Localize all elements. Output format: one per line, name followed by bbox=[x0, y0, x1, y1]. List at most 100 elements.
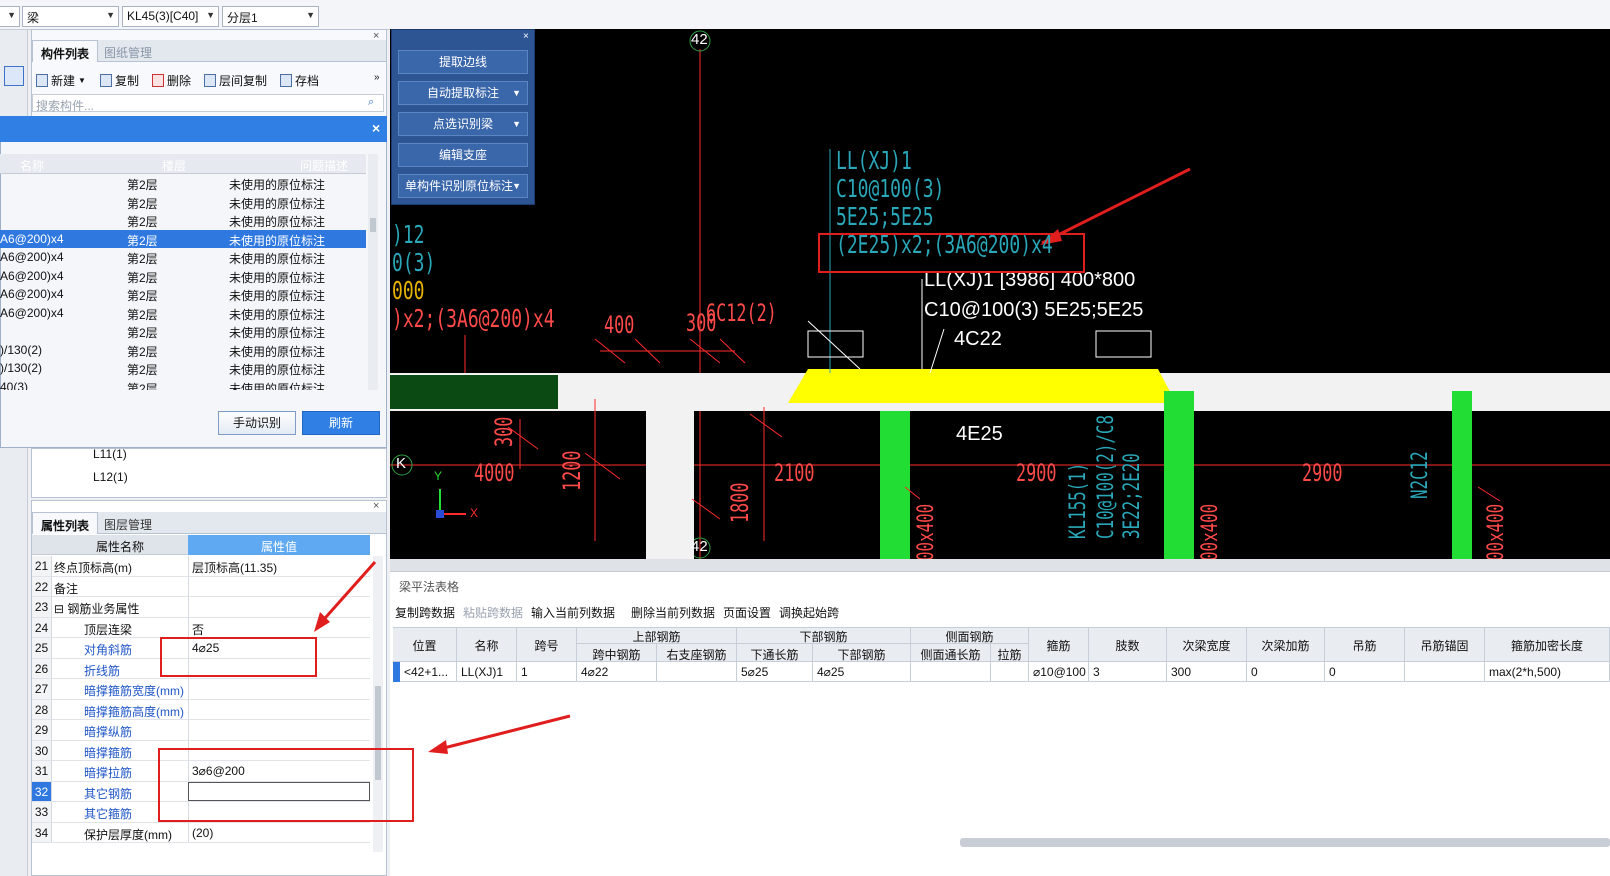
cell-sec-width[interactable]: 300 bbox=[1167, 662, 1247, 682]
tree-item[interactable]: L12(1) bbox=[93, 470, 128, 484]
tree-item[interactable]: L11(1) bbox=[93, 447, 127, 461]
auto-extract-label-button[interactable]: 自动提取标注 ▼ bbox=[398, 81, 528, 105]
row-marker bbox=[393, 662, 400, 682]
cell-side-through[interactable] bbox=[911, 662, 991, 682]
issue-row[interactable]: 第2层 未使用的原位标注 bbox=[0, 322, 366, 341]
combo-type[interactable]: 梁 ▼ bbox=[22, 6, 119, 27]
cell-bottom-bar[interactable]: 4⌀25 bbox=[813, 662, 911, 682]
manual-identify-button[interactable]: 手动识别 bbox=[218, 411, 296, 435]
issue-row[interactable]: A6@200)x4 第2层 未使用的原位标注 bbox=[0, 229, 366, 248]
table-tool-button[interactable]: 调换起始跨 bbox=[779, 604, 839, 621]
issue-row[interactable]: 第2层 未使用的原位标注 bbox=[0, 174, 366, 193]
col-header-stir-len: 箍筋加密长度 bbox=[1485, 627, 1610, 662]
prop-row[interactable]: 29 暗撑纵筋 bbox=[32, 720, 370, 741]
close-icon[interactable]: × bbox=[372, 120, 380, 136]
cell-stirrup[interactable]: ⌀10@100 bbox=[1029, 662, 1089, 682]
issue-desc: 未使用的原位标注 bbox=[229, 289, 326, 303]
issue-row[interactable]: 40(3) 第2层 未使用的原位标注 bbox=[0, 378, 366, 391]
prop-value[interactable] bbox=[188, 576, 370, 596]
combo-layer[interactable]: 分层1 ▼ bbox=[222, 6, 319, 27]
issue-name: )/130(2) bbox=[0, 342, 43, 357]
issue-row[interactable]: A6@200)x4 第2层 未使用的原位标注 bbox=[0, 248, 366, 267]
cad-canvas[interactable]: 42 42 K LL(XJ)1 C10@100(3) 5E25;5E25 (2E… bbox=[390, 29, 1610, 559]
cell-sec-add[interactable]: 0 bbox=[1247, 662, 1325, 682]
prop-row[interactable]: 27 暗撑箍筋宽度(mm) bbox=[32, 679, 370, 700]
single-identify-label-button[interactable]: 单构件识别原位标注 ▼ bbox=[398, 174, 528, 198]
cell-top-right[interactable] bbox=[657, 662, 737, 682]
issue-row[interactable]: 第2层 未使用的原位标注 bbox=[0, 193, 366, 212]
cell-span[interactable]: 1 bbox=[517, 662, 577, 682]
prop-name: 暗撑箍筋宽度(mm) bbox=[84, 684, 184, 698]
more-icon[interactable]: » bbox=[374, 72, 380, 83]
close-icon[interactable]: × bbox=[373, 500, 379, 512]
prop-value[interactable]: 层顶标高(11.35) bbox=[188, 556, 370, 576]
table-tool-button[interactable]: 输入当前列数据 bbox=[531, 604, 615, 621]
table-hscrollbar[interactable] bbox=[960, 838, 1610, 847]
cell-name[interactable]: LL(XJ)1 bbox=[457, 662, 517, 682]
cell-legs[interactable]: 3 bbox=[1089, 662, 1167, 682]
table-tool-button[interactable]: 粘贴跨数据 bbox=[463, 604, 523, 621]
prop-row-number: 25 bbox=[32, 638, 52, 658]
table-tool-button[interactable]: 复制跨数据 bbox=[395, 604, 455, 621]
tab-layer-management[interactable]: 图层管理 bbox=[96, 512, 160, 534]
prop-value[interactable] bbox=[188, 720, 370, 740]
delete-button[interactable]: 删除 bbox=[152, 70, 191, 90]
prop-value[interactable] bbox=[188, 699, 370, 719]
issue-row[interactable]: )/130(2) 第2层 未使用的原位标注 bbox=[0, 341, 366, 360]
tab-drawing-management[interactable]: 图纸管理 bbox=[96, 40, 160, 62]
refresh-button[interactable]: 刷新 bbox=[302, 411, 380, 435]
tab-props-list[interactable]: 属性列表 bbox=[32, 512, 99, 534]
table-tool-button[interactable]: 页面设置 bbox=[723, 604, 771, 621]
close-icon[interactable]: × bbox=[523, 31, 529, 42]
col-header-sec-add: 次梁加筋 bbox=[1247, 627, 1325, 662]
edit-support-button[interactable]: 编辑支座 bbox=[398, 143, 528, 167]
prop-row[interactable]: 34 保护层厚度(mm) (20) bbox=[32, 822, 370, 843]
col-header-side: 侧面钢筋 bbox=[911, 627, 1029, 644]
cell-hanger-anchor[interactable] bbox=[1405, 662, 1485, 682]
search-icon[interactable]: ⌕ bbox=[368, 96, 374, 109]
issue-floor: 第2层 bbox=[127, 270, 158, 285]
tab-component-list[interactable]: 构件列表 bbox=[32, 40, 99, 62]
prop-value[interactable] bbox=[188, 597, 370, 617]
new-button[interactable]: 新建 ▼ bbox=[36, 70, 86, 90]
issue-row[interactable]: A6@200)x4 第2层 未使用的原位标注 bbox=[0, 267, 366, 286]
issue-row[interactable]: A6@200)x4 第2层 未使用的原位标注 bbox=[0, 285, 366, 304]
cell-pos[interactable]: <42+1... bbox=[400, 662, 457, 682]
issue-row[interactable]: A6@200)x4 第2层 未使用的原位标注 bbox=[0, 304, 366, 323]
prop-row[interactable]: 23 ⊟ 钢筋业务属性 bbox=[32, 597, 370, 618]
close-icon[interactable]: × bbox=[373, 30, 379, 42]
layout-icon[interactable] bbox=[4, 66, 24, 86]
cell-hanger[interactable]: 0 bbox=[1325, 662, 1405, 682]
pick-identify-beam-button[interactable]: 点选识别梁 ▼ bbox=[398, 112, 528, 136]
cell-stir-len[interactable]: max(2*h,500) bbox=[1485, 662, 1610, 682]
cell-side-tie[interactable] bbox=[991, 662, 1029, 682]
issue-floor: 第2层 bbox=[127, 326, 158, 340]
prop-row[interactable]: 21 终点顶标高(m) 层顶标高(11.35) bbox=[32, 556, 370, 577]
prop-row[interactable]: 28 暗撑箍筋高度(mm) bbox=[32, 699, 370, 720]
copy-button[interactable]: 复制 bbox=[100, 70, 139, 90]
floor-copy-button[interactable]: 层间复制 bbox=[204, 70, 267, 90]
prop-value[interactable] bbox=[188, 679, 370, 699]
cell-top-mid[interactable]: 4⌀22 bbox=[577, 662, 657, 682]
extract-edge-button[interactable]: 提取边线 bbox=[398, 50, 528, 74]
prop-row[interactable]: 22 备注 bbox=[32, 576, 370, 597]
prop-value[interactable]: (20) bbox=[188, 822, 370, 842]
cell-bottom-through[interactable]: 5⌀25 bbox=[737, 662, 813, 682]
prop-name: 对角斜筋 bbox=[84, 643, 133, 657]
beam-table-title: 梁平法表格 bbox=[399, 580, 460, 594]
col-header-bottom: 下部钢筋 bbox=[737, 627, 911, 644]
prop-value[interactable]: 否 bbox=[188, 617, 370, 637]
issue-row[interactable]: )/130(2) 第2层 未使用的原位标注 bbox=[0, 359, 366, 378]
combo-prev[interactable]: ▼ bbox=[0, 6, 20, 27]
chevron-down-icon: ▼ bbox=[106, 10, 115, 20]
issue-row[interactable]: 第2层 未使用的原位标注 bbox=[0, 211, 366, 230]
issue-scrollbar[interactable] bbox=[368, 154, 378, 390]
search-input[interactable]: 搜索构件... bbox=[32, 94, 384, 113]
save-button[interactable]: 存档 bbox=[280, 70, 319, 90]
splitter[interactable] bbox=[390, 559, 1610, 571]
col-header-legs: 肢数 bbox=[1089, 627, 1167, 662]
combo-member[interactable]: KL45(3)[C40] ▼ bbox=[122, 6, 219, 27]
table-tool-button[interactable]: 删除当前列数据 bbox=[631, 604, 715, 621]
prop-row[interactable]: 24 顶层连梁 否 bbox=[32, 617, 370, 638]
col-header-stirrup: 箍筋 bbox=[1029, 627, 1089, 662]
